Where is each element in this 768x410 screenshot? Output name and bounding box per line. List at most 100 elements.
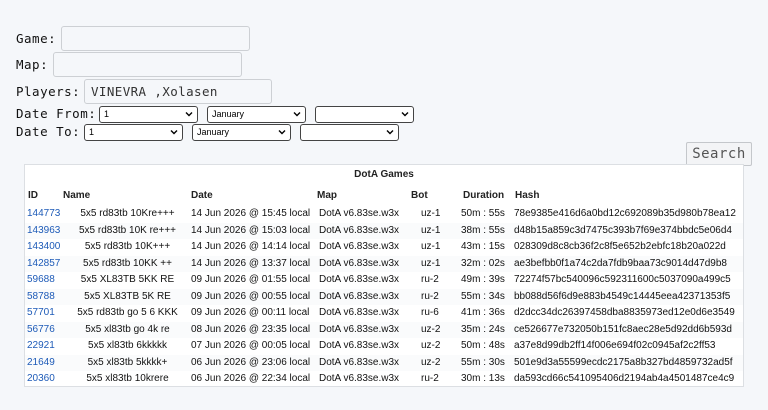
cell-id[interactable]: 57701: [27, 307, 55, 319]
cell-duration: 49m : 39s: [461, 274, 505, 285]
cell-map: DotA v6.83se.w3x: [319, 257, 400, 269]
cell-id[interactable]: 20360: [27, 373, 55, 385]
cell-bot: ru-6: [421, 307, 439, 318]
cell-duration: 41m : 36s: [461, 307, 505, 318]
table-row[interactable]: 142857 5x5 rd83tb 10KK ++ 14 Jun 2026 @ 13…: [25, 255, 743, 272]
cell-map: DotA v6.83se.w3x: [319, 340, 400, 351]
cell-id[interactable]: 59688: [27, 274, 55, 286]
table-row[interactable]: 144773 5x5 rd83tb 10Kre+++ 14 Jun 2026 @ 1…: [25, 206, 743, 222]
col-header-hash: Hash: [515, 190, 540, 201]
cell-hash: a37e8d99db2ff14f006e694f02c0945af2c2ff53: [514, 340, 716, 351]
cell-hash: 72274f57bc540096c592311600c5037090a499c5: [514, 274, 731, 285]
cell-date: 14 Jun 2026 @ 13:37 local: [191, 257, 311, 269]
cell-name: 5x5 rd83tb 10Kre+++: [80, 208, 175, 219]
date-to-label: Date To:: [16, 124, 81, 139]
cell-duration: 50m : 55s: [461, 208, 505, 219]
cell-name: 5x5 xl83tb go 4k re: [85, 323, 170, 335]
search-button[interactable]: Search: [686, 142, 752, 166]
table-title: DotA Games: [354, 169, 414, 180]
cell-id[interactable]: 142857: [27, 258, 60, 270]
cell-date: 06 Jun 2026 @ 22:34 local: [191, 373, 311, 384]
date-from-day-select[interactable]: 1: [99, 106, 198, 123]
date-from-month-select[interactable]: January: [207, 106, 306, 123]
date-from-year-select[interactable]: [315, 106, 414, 123]
cell-id[interactable]: 58788: [27, 291, 55, 303]
game-label: Game:: [16, 31, 57, 46]
map-input[interactable]: [53, 52, 242, 77]
cell-id[interactable]: 56776: [27, 324, 55, 336]
cell-date: 14 Jun 2026 @ 14:14 local: [191, 241, 311, 252]
cell-duration: 38m : 55s: [461, 224, 505, 236]
cell-hash: 78e9385e416d6a0bd12c692089b35d980b78ea12: [514, 208, 736, 219]
cell-date: 07 Jun 2026 @ 00:05 local: [191, 340, 311, 351]
table-row[interactable]: 21649 5x5 xl83tb 5kkkk+ 06 Jun 2026 @ 23:0…: [25, 354, 743, 371]
cell-id[interactable]: 143963: [27, 225, 60, 237]
cell-id[interactable]: 22921: [27, 340, 55, 352]
cell-map: DotA v6.83se.w3x: [319, 274, 400, 285]
cell-map: DotA v6.83se.w3x: [319, 208, 400, 219]
col-header-name: Name: [63, 190, 91, 201]
cell-bot: uz-2: [421, 340, 441, 351]
date-from-label: Date From:: [16, 106, 97, 121]
cell-name: 5x5 rd83tb 10K+++: [84, 241, 171, 252]
table-row[interactable]: 22921 5x5 xl83tb 6kkkkk 07 Jun 2026 @ 00:0…: [25, 338, 743, 354]
cell-hash: 028309d8c8cb36f2c8f5e652b2ebfc18b20a022d: [514, 241, 726, 252]
players-input[interactable]: VINEVRA ,Xolasen: [84, 79, 272, 104]
date-to-year-select[interactable]: [300, 124, 399, 141]
cell-date: 09 Jun 2026 @ 00:55 local: [191, 290, 311, 302]
cell-map: DotA v6.83se.w3x: [319, 373, 400, 384]
cell-hash: ae3befbb0f1a74c2da7fdb9baa73c9014d47d9b8: [514, 257, 727, 269]
table-row[interactable]: 143400 5x5 rd83tb 10K+++ 14 Jun 2026 @ 14:…: [25, 239, 743, 255]
date-from-month-value: January: [212, 109, 245, 119]
cell-bot: uz-1: [421, 257, 441, 269]
cell-id[interactable]: 143400: [27, 241, 60, 253]
cell-duration: 30m : 13s: [461, 373, 505, 384]
col-header-bot: Bot: [411, 190, 428, 201]
cell-map: DotA v6.83se.w3x: [319, 224, 400, 236]
table-row[interactable]: 57701 5x5 rd83tb go 5 6 KKK 09 Jun 2026 @ …: [25, 305, 743, 321]
table-row[interactable]: 59688 5x5 XL83TB 5KK RE 09 Jun 2026 @ 01:5…: [25, 272, 743, 288]
cell-hash: d2dcc34dc26397458dba8835973ed12e0d6e3549: [514, 307, 735, 318]
cell-bot: ru-2: [421, 373, 439, 384]
cell-hash: da593cd66c541095406d2194ab4a4501487ce4c9: [514, 373, 735, 384]
table-row[interactable]: 143963 5x5 rd83tb 10K re+++ 14 Jun 2026 @ …: [25, 222, 743, 239]
cell-id[interactable]: 144773: [27, 208, 60, 220]
cell-name: 5x5 rd83tb go 5 6 KKK: [77, 307, 178, 318]
date-to-day-value: 1: [89, 127, 95, 137]
cell-duration: 35m : 24s: [461, 323, 505, 335]
cell-date: 08 Jun 2026 @ 23:35 local: [191, 323, 311, 335]
table-row[interactable]: 58788 5x5 XL83TB 5K RE 09 Jun 2026 @ 00:55…: [25, 288, 743, 305]
game-input[interactable]: [61, 26, 250, 51]
cell-duration: 50m : 48s: [461, 340, 505, 351]
cell-duration: 43m : 15s: [461, 241, 505, 252]
cell-map: DotA v6.83se.w3x: [319, 356, 400, 368]
games-table: DotA Games ID Name Date Map Bot Duration…: [24, 164, 744, 387]
cell-bot: uz-2: [421, 356, 441, 368]
cell-bot: uz-1: [421, 224, 441, 236]
cell-name: 5x5 xl83tb 5kkkk+: [87, 356, 168, 368]
cell-id[interactable]: 21649: [27, 357, 55, 369]
table-row[interactable]: 20360 5x5 xl83tb 10krere 06 Jun 2026 @ 22:…: [25, 371, 743, 387]
cell-map: DotA v6.83se.w3x: [319, 241, 400, 252]
chevron-down-icon: [400, 109, 410, 119]
cell-date: 14 Jun 2026 @ 15:03 local: [191, 224, 311, 236]
chevron-down-icon: [292, 109, 302, 119]
cell-date: 06 Jun 2026 @ 23:06 local: [191, 356, 311, 368]
chevron-down-icon: [184, 109, 194, 119]
cell-bot: uz-1: [421, 208, 441, 219]
cell-map: DotA v6.83se.w3x: [319, 307, 400, 318]
cell-hash: d48b15a859c3d7475c393b7f69e374bbdc5e06d4: [514, 224, 732, 236]
cell-hash: ce526677e732050b151fc8aec28e5d92dd6b593d: [514, 323, 732, 335]
cell-hash: bb088d56f6d9e883b4549c14445eea42371353f5: [514, 290, 731, 302]
cell-bot: ru-2: [421, 274, 439, 285]
chevron-down-icon: [169, 127, 179, 137]
cell-date: 09 Jun 2026 @ 00:11 local: [191, 307, 310, 318]
date-to-month-select[interactable]: January: [192, 124, 291, 141]
cell-map: DotA v6.83se.w3x: [319, 290, 400, 302]
map-label: Map:: [16, 57, 49, 72]
cell-hash: 501e9d3a55599ecdc2175a8b327bd4859732ad5f: [514, 356, 733, 368]
date-to-day-select[interactable]: 1: [84, 124, 183, 141]
cell-duration: 55m : 34s: [461, 290, 505, 302]
table-row[interactable]: 56776 5x5 xl83tb go 4k re 08 Jun 2026 @ 23…: [25, 321, 743, 338]
date-to-month-value: January: [197, 127, 230, 137]
